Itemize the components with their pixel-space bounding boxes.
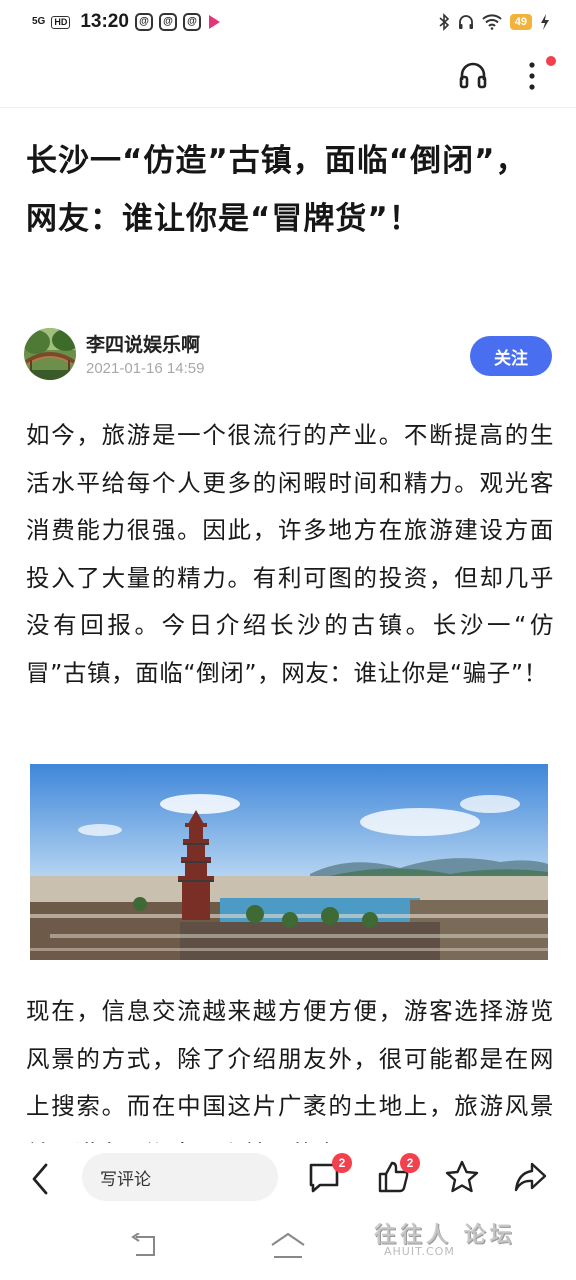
- back-arrow-icon[interactable]: [26, 1161, 56, 1197]
- video-app-icon: [208, 15, 220, 29]
- article-image-ancient-town[interactable]: [30, 764, 548, 960]
- comment-count-badge: 2: [332, 1153, 352, 1173]
- article-title: 长沙一“仿造”古镇，面临“倒闭”，网友：谁让你是“冒牌货”！: [26, 143, 528, 237]
- article-paragraph: 如今，旅游是一个很流行的产业。不断提高的生活水平给每个人更多的闲暇时间和精力。观…: [26, 421, 554, 687]
- notification-dot: [546, 56, 556, 66]
- headset-status-icon: [458, 15, 473, 29]
- system-navigation-bar: 往往人 论坛 AHUIT.COM: [0, 1215, 576, 1280]
- wifi-icon: [482, 14, 502, 30]
- status-left: 5G HD 13:20 @ @ @: [32, 11, 220, 33]
- write-comment-input[interactable]: 写评论: [82, 1153, 278, 1201]
- notification-app-icon: @: [158, 13, 177, 31]
- status-right: 49: [438, 13, 550, 31]
- favorite-star-icon[interactable]: [444, 1159, 480, 1195]
- share-icon[interactable]: [512, 1159, 548, 1195]
- author-name[interactable]: 李四说娱乐啊: [86, 330, 200, 357]
- bluetooth-icon: [439, 13, 449, 31]
- notification-app-icon: @: [134, 13, 153, 31]
- battery-icon: 49: [509, 14, 532, 30]
- status-bar: 5G HD 13:20 @ @ @ 49: [0, 0, 576, 44]
- forum-watermark-url: AHUIT.COM: [384, 1245, 455, 1258]
- more-options-icon[interactable]: [518, 58, 546, 94]
- charging-icon: [541, 14, 549, 30]
- publish-date: 2021-01-16 14:59: [86, 360, 205, 377]
- notification-app-icon: @: [182, 13, 201, 31]
- like-count-badge: 2: [400, 1153, 420, 1173]
- article-top-bar: [0, 44, 576, 108]
- system-back-icon[interactable]: [128, 1233, 160, 1259]
- author-avatar[interactable]: [24, 328, 76, 380]
- author-row: 李四说娱乐啊 2021-01-16 14:59 关注: [24, 326, 554, 382]
- hd-icon: HD: [51, 15, 71, 29]
- system-home-icon[interactable]: [270, 1231, 306, 1259]
- article-paragraph: 现在，信息交流越来越方便方便，游客选择游览风景的方式，除了介绍朋友外，很可能都是…: [26, 997, 554, 1143]
- follow-button[interactable]: 关注: [470, 336, 552, 376]
- bottom-action-bar: 写评论 2 2: [0, 1143, 576, 1215]
- clock: 13:20: [80, 11, 129, 32]
- listen-headphones-icon[interactable]: [458, 60, 488, 90]
- network-signal-icon: 5G: [32, 16, 46, 27]
